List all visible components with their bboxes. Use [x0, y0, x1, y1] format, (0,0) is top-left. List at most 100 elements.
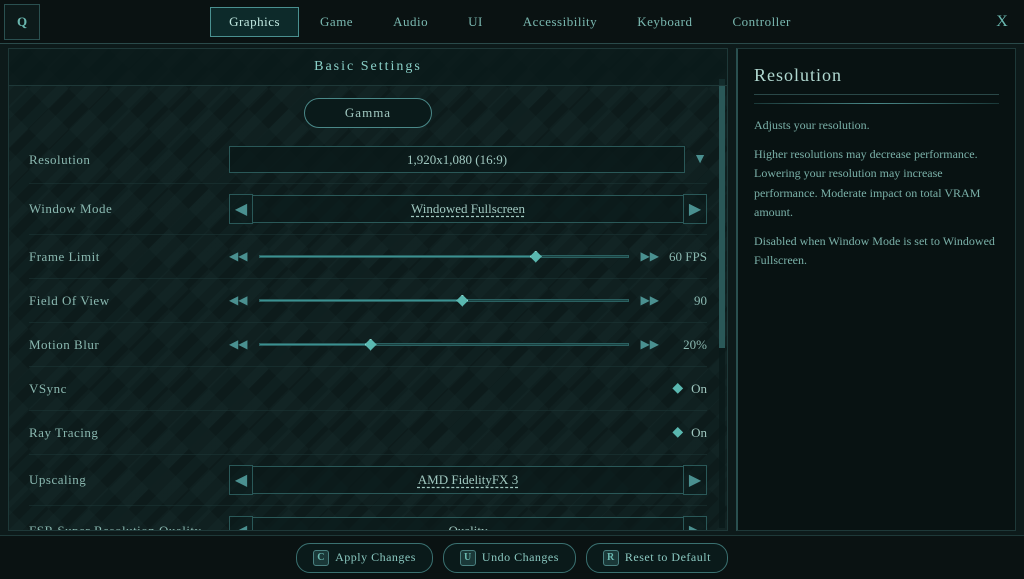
info-text-2: Higher resolutions may decrease performa… — [754, 145, 999, 222]
vsync-toggle[interactable]: ◆ On — [229, 380, 707, 397]
motion-blur-decrease[interactable]: ◀◀ — [229, 337, 247, 352]
reset-key-icon: R — [603, 550, 619, 566]
tab-keyboard[interactable]: Keyboard — [618, 7, 711, 37]
reset-default-button[interactable]: R Reset to Default — [586, 543, 728, 573]
frame-limit-value: 60 FPS — [667, 249, 707, 265]
window-mode-value: Windowed Fullscreen — [253, 195, 683, 223]
panel-title: Basic Settings — [9, 49, 727, 86]
top-nav: Q Graphics Game Audio UI Accessibility K… — [0, 0, 1024, 44]
resolution-dropdown-arrow[interactable]: ▼ — [693, 152, 707, 168]
fov-label: Field Of View — [29, 293, 229, 309]
apply-changes-button[interactable]: C Apply Changes — [296, 543, 433, 573]
info-text-3: Disabled when Window Mode is set to Wind… — [754, 232, 999, 270]
fsr-value: Quality — [253, 517, 683, 531]
motion-blur-thumb[interactable] — [365, 339, 377, 351]
motion-blur-increase[interactable]: ▶▶ — [641, 337, 659, 352]
apply-key-icon: C — [313, 550, 329, 566]
info-panel-title: Resolution — [754, 65, 999, 95]
fsr-label: FSR Super Resolution Quality — [29, 523, 229, 531]
upscaling-prev[interactable]: ◀ — [229, 465, 253, 495]
fov-increase[interactable]: ▶▶ — [641, 293, 659, 308]
fsr-control: ◀ Quality ▶ — [229, 516, 707, 531]
resolution-control: 1,920x1,080 (16:9) ▼ — [229, 146, 707, 173]
fov-slider-container: ◀◀ ▶▶ 90 — [229, 291, 707, 311]
tab-ui[interactable]: UI — [449, 7, 502, 37]
upscaling-row: Upscaling ◀ AMD FidelityFX 3 ▶ — [29, 455, 707, 506]
nav-tabs: Graphics Game Audio UI Accessibility Key… — [40, 7, 980, 37]
apply-label: Apply Changes — [335, 550, 416, 565]
fov-thumb[interactable] — [456, 295, 468, 307]
motion-blur-fill — [260, 344, 370, 345]
ray-tracing-diamond-icon: ◆ — [672, 424, 683, 441]
tab-controller[interactable]: Controller — [713, 7, 809, 37]
info-panel-divider — [754, 103, 999, 104]
tab-graphics[interactable]: Graphics — [210, 7, 299, 37]
tab-game[interactable]: Game — [301, 7, 372, 37]
frame-limit-thumb[interactable] — [530, 251, 542, 263]
upscaling-label: Upscaling — [29, 472, 229, 488]
motion-blur-track-bg[interactable] — [259, 343, 628, 346]
window-mode-prev[interactable]: ◀ — [229, 194, 253, 224]
vsync-row: VSync ◆ On — [29, 367, 707, 411]
frame-limit-row: Frame Limit ◀◀ ▶▶ 60 FPS — [29, 235, 707, 279]
upscaling-control: ◀ AMD FidelityFX 3 ▶ — [229, 465, 707, 495]
tab-audio[interactable]: Audio — [374, 7, 447, 37]
window-mode-label: Window Mode — [29, 201, 229, 217]
settings-list: Resolution 1,920x1,080 (16:9) ▼ Window M… — [9, 136, 727, 531]
fsr-row: FSR Super Resolution Quality ◀ Quality ▶ — [29, 506, 707, 531]
frame-limit-label: Frame Limit — [29, 249, 229, 265]
frame-limit-decrease[interactable]: ◀◀ — [229, 249, 247, 264]
tab-accessibility[interactable]: Accessibility — [504, 7, 616, 37]
resolution-label: Resolution — [29, 152, 229, 168]
vsync-value: On — [691, 381, 707, 397]
frame-limit-increase[interactable]: ▶▶ — [641, 249, 659, 264]
frame-limit-slider-container: ◀◀ ▶▶ 60 FPS — [229, 247, 707, 267]
q-key-button[interactable]: Q — [4, 4, 40, 40]
frame-limit-control: ◀◀ ▶▶ 60 FPS — [229, 247, 707, 267]
gamma-section: Gamma — [9, 86, 727, 136]
motion-blur-value: 20% — [667, 337, 707, 353]
vsync-diamond-icon: ◆ — [672, 380, 683, 397]
main-layout: Basic Settings Gamma Resolution 1,920x1,… — [0, 44, 1024, 535]
gamma-button[interactable]: Gamma — [304, 98, 432, 128]
vsync-label: VSync — [29, 381, 229, 397]
motion-blur-label: Motion Blur — [29, 337, 229, 353]
vsync-control: ◆ On — [229, 380, 707, 397]
upscaling-next[interactable]: ▶ — [683, 465, 707, 495]
ray-tracing-row: Ray Tracing ◆ On — [29, 411, 707, 455]
info-text-1: Adjusts your resolution. — [754, 116, 999, 135]
fsr-selector: ◀ Quality ▶ — [229, 516, 707, 531]
window-mode-row: Window Mode ◀ Windowed Fullscreen ▶ — [29, 184, 707, 235]
info-panel-text: Adjusts your resolution. Higher resoluti… — [754, 116, 999, 270]
motion-blur-slider-container: ◀◀ ▶▶ 20% — [229, 335, 707, 355]
ray-tracing-label: Ray Tracing — [29, 425, 229, 441]
window-mode-selector: ◀ Windowed Fullscreen ▶ — [229, 194, 707, 224]
info-panel: Resolution Adjusts your resolution. High… — [736, 48, 1016, 531]
motion-blur-row: Motion Blur ◀◀ ▶▶ 20% — [29, 323, 707, 367]
fov-track-bg[interactable] — [259, 299, 628, 302]
fov-decrease[interactable]: ◀◀ — [229, 293, 247, 308]
resolution-row: Resolution 1,920x1,080 (16:9) ▼ — [29, 136, 707, 184]
reset-label: Reset to Default — [625, 550, 711, 565]
settings-panel: Basic Settings Gamma Resolution 1,920x1,… — [8, 48, 728, 531]
fov-control: ◀◀ ▶▶ 90 — [229, 291, 707, 311]
ray-tracing-control: ◆ On — [229, 424, 707, 441]
fov-row: Field Of View ◀◀ ▶▶ 90 — [29, 279, 707, 323]
fsr-prev[interactable]: ◀ — [229, 516, 253, 531]
undo-label: Undo Changes — [482, 550, 559, 565]
window-mode-control: ◀ Windowed Fullscreen ▶ — [229, 194, 707, 224]
undo-key-icon: U — [460, 550, 476, 566]
frame-limit-track-bg[interactable] — [259, 255, 628, 258]
fov-track — [259, 291, 628, 311]
fsr-next[interactable]: ▶ — [683, 516, 707, 531]
frame-limit-track — [259, 247, 628, 267]
fov-value: 90 — [667, 293, 707, 309]
window-mode-next[interactable]: ▶ — [683, 194, 707, 224]
ray-tracing-toggle[interactable]: ◆ On — [229, 424, 707, 441]
upscaling-value: AMD FidelityFX 3 — [253, 466, 683, 494]
undo-changes-button[interactable]: U Undo Changes — [443, 543, 576, 573]
ray-tracing-value: On — [691, 425, 707, 441]
motion-blur-track — [259, 335, 628, 355]
resolution-dropdown[interactable]: 1,920x1,080 (16:9) — [229, 146, 685, 173]
close-button[interactable]: X — [984, 4, 1020, 40]
